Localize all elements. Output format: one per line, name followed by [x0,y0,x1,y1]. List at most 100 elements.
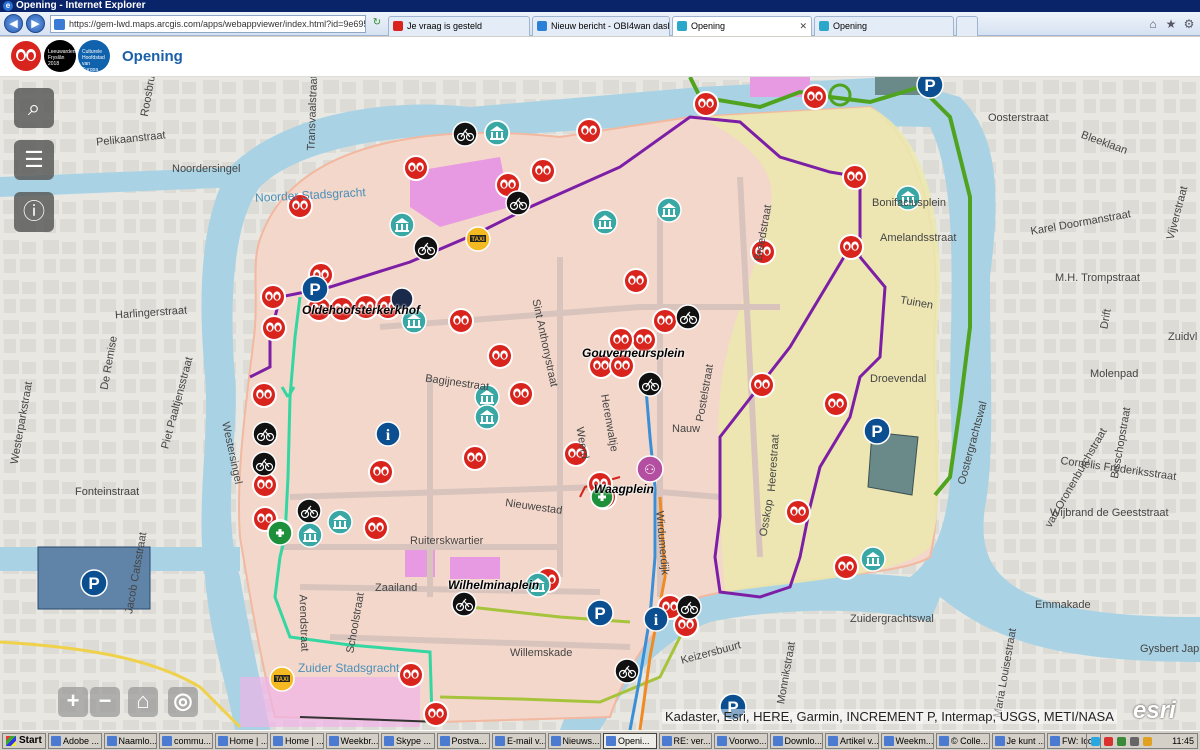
browser-toolbar: ◀ ▶ https://gem-lwd.maps.arcgis.com/apps… [0,12,1200,36]
antivirus-tray-icon[interactable] [1104,737,1113,746]
street-label: Nauw [672,423,701,435]
windows-logo-icon [6,736,16,746]
favorites-icon[interactable]: ★ [1164,17,1178,31]
close-tab-icon[interactable]: ✕ [799,17,807,35]
tab-label: Opening [691,21,726,31]
address-url: https://gem-lwd.maps.arcgis.com/apps/web… [69,19,366,29]
taskbar-item[interactable]: RE: ver... [658,733,712,749]
taskbar-item[interactable]: Voorwo... [714,733,768,749]
start-button[interactable]: Start [2,733,46,749]
update-tray-icon[interactable] [1143,737,1152,746]
tab-je-vraag[interactable]: Je vraag is gesteld [388,16,530,36]
volume-tray-icon[interactable] [1130,737,1139,746]
street-label: Willemskade [510,647,573,659]
street-label: Amelandsstraat [880,232,957,244]
taskbar-app-icon [717,736,727,746]
tools-icon[interactable]: ⚙ [1182,17,1196,31]
about-widget-button[interactable]: ⓘ [14,192,54,232]
street-label: Arendstraat [296,594,311,652]
taskbar-item[interactable]: Postva... [436,733,490,749]
taskbar-item[interactable]: © Colle... [936,733,990,749]
my-location-button[interactable]: ◎ [168,687,198,717]
tab-obi4wan[interactable]: Nieuw bericht - OBI4wan dashb... [532,16,670,36]
taskbar-item[interactable]: Weekm... [880,733,934,749]
taskbar-item[interactable]: Adobe ... [48,733,102,749]
taskbar-item[interactable]: Downlo... [769,733,823,749]
taskbar-app-icon [661,736,672,746]
street-label: Zuidergrachtswal [850,613,934,625]
taskbar-item-label: Je kunt ... [1006,736,1045,746]
street-label: Wijbrand de Geeststraat [1050,507,1169,519]
tab-opening-active[interactable]: Opening ✕ [672,16,812,36]
taskbar-app-icon [606,736,616,746]
taskbar-app-icon [495,736,505,746]
street-label: Emmakade [1035,599,1091,611]
zoom-in-button[interactable]: + [58,687,88,717]
taskbar-item[interactable]: commu... [159,733,213,749]
tab-opening[interactable]: Opening [814,16,954,36]
taskbar-app-icon [883,736,894,746]
taskbar-item[interactable]: Home | ... [214,733,268,749]
place-label-waagplein: Waagplein [594,482,654,496]
taskbar-item[interactable]: Weekbr... [325,733,379,749]
taskbar-app-icon [51,736,61,746]
start-label: Start [19,735,42,746]
street-label: Zuidvl [1168,331,1198,343]
street-label: Fonteinstraat [75,486,140,498]
street-label: Bonifaciusplein [872,197,946,209]
red-pompebled-logo-icon [11,41,41,71]
place-label-oldehoofsterkerkhof: Oldehoofsterkerkhof [302,303,421,317]
taskbar-item-label: Skype ... [396,736,432,746]
taskbar-item-label: Naamlo... [118,736,157,746]
logo-text: Culturele Hoofdstad van Europa [82,49,105,73]
address-bar[interactable]: https://gem-lwd.maps.arcgis.com/apps/web… [50,15,366,33]
lf2018-logo: Leeuwarden Fryslân 2018 [44,40,76,72]
street-label: M.H. Trompstraat [1055,272,1140,284]
taskbar-app-icon [439,736,450,746]
taskbar-item[interactable]: Je kunt ... [991,733,1045,749]
search-widget-button[interactable]: ⌕ [14,88,54,128]
map-view[interactable]: P i TAXI [0,77,1200,730]
home-extent-button[interactable]: ⌂ [128,687,158,717]
layer-list-button[interactable]: ☰ [14,140,54,180]
street-label: Oosterstraat [988,112,1049,124]
home-icon: ⌂ [136,688,150,713]
taskbar-item[interactable]: Naamlo... [103,733,157,749]
refresh-icon[interactable]: ↻ [370,16,384,30]
taskbar-app-icon [550,736,561,746]
taskbar-item[interactable]: Skype ... [381,733,435,749]
network-tray-icon[interactable] [1117,737,1126,746]
taskbar-item-label: Voorwo... [729,736,767,746]
clock: 11:45 [1172,736,1194,746]
taskbar-item-label: RE: ver... [673,736,711,746]
place-label-gouverneursplein: Gouverneursplein [582,346,685,360]
taskbar-item-label: Nieuws... [562,736,600,746]
taskbar-app-icon [939,736,949,746]
system-tray: 11:45 [1086,733,1198,749]
leeuwarden-logo [10,40,42,72]
back-icon[interactable]: ◀ [4,14,23,33]
taskbar-app-icon [162,736,172,746]
logo-text: Leeuwarden Fryslân 2018 [48,49,76,67]
window-title-bar: e Opening - Internet Explorer [0,0,1200,12]
app-title: Opening [122,48,183,65]
taskbar-item[interactable]: Openi... [603,733,657,749]
forward-icon[interactable]: ▶ [26,14,45,33]
taskbar-app-icon [217,736,228,746]
home-icon[interactable]: ⌂ [1146,17,1160,31]
taskbar-item[interactable]: E-mail v... [492,733,546,749]
app-header: Leeuwarden Fryslân 2018 Culturele Hoofds… [0,37,1200,77]
zoom-out-button[interactable]: − [90,687,120,717]
skype-tray-icon[interactable] [1091,737,1100,746]
new-tab-button[interactable] [956,16,978,36]
taskbar-item[interactable]: Nieuws... [547,733,601,749]
tab-favicon-icon [537,21,547,31]
tab-label: Nieuw bericht - OBI4wan dashb... [551,21,669,31]
tab-favicon-icon [819,21,829,31]
taskbar-app-icon [328,736,339,746]
info-icon: ⓘ [22,199,45,224]
taskbar-item[interactable]: Artikel v... [825,733,879,749]
street-label: Noordersingel [172,163,241,175]
street-label: Zuider Stadsgracht [298,661,400,675]
taskbar-item[interactable]: Home | ... [270,733,324,749]
